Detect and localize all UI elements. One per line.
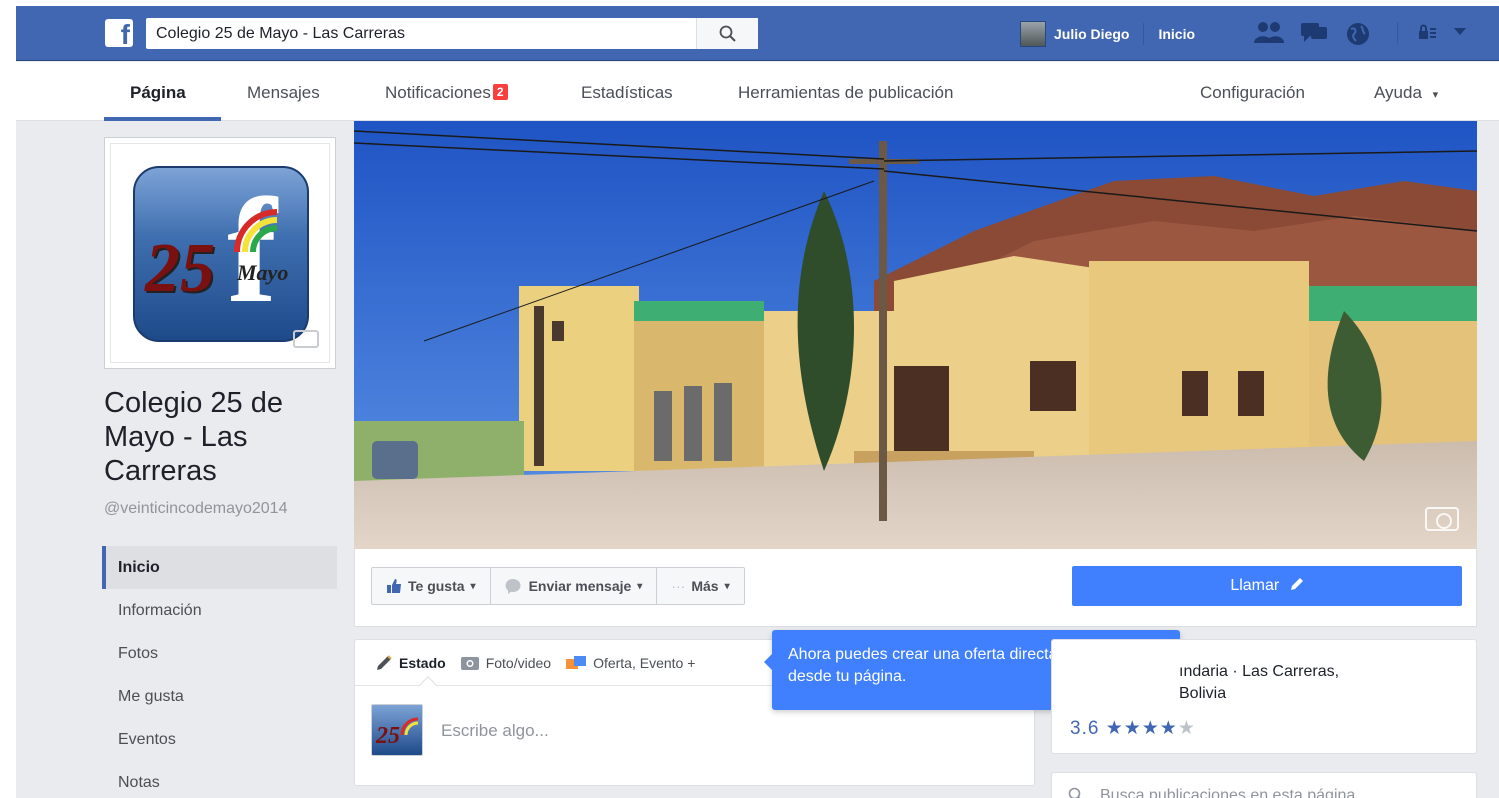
search-button[interactable] [696, 18, 758, 49]
camera-icon[interactable] [293, 330, 319, 348]
like-button[interactable]: Te gusta ▾ [372, 568, 491, 604]
page-tab-bar: Página Mensajes Notificaciones 2 Estadíst… [16, 62, 1499, 121]
tab-herramientas[interactable]: Herramientas de publicación [738, 83, 953, 103]
left-navigation: Inicio Información Fotos Me gusta Evento… [102, 546, 337, 798]
avatar[interactable]: 25 [371, 704, 423, 756]
pencil-icon [1290, 578, 1303, 590]
tab-mensajes[interactable]: Mensajes [247, 83, 320, 103]
logo-mayo-text: Mayo [237, 260, 289, 285]
window-frame [0, 0, 16, 798]
composer-input[interactable]: Escribe algo... [441, 721, 549, 741]
tab-estadisticas[interactable]: Estadísticas [581, 83, 673, 103]
home-link[interactable]: Inicio [1158, 26, 1195, 42]
post-search-input[interactable]: Busca publicaciones en esta página [1100, 787, 1355, 798]
composer-tab-oferta-evento[interactable]: Oferta, Evento + [565, 655, 695, 671]
globe-icon[interactable] [1345, 21, 1371, 47]
rating-value: 3.6 [1070, 718, 1100, 739]
like-icon [387, 579, 401, 593]
pencil-icon [377, 654, 392, 670]
sidebar-item-eventos[interactable]: Eventos [102, 718, 337, 761]
school-logo: f 25 Mayo [133, 166, 309, 342]
logo-arcs [234, 209, 278, 253]
more-label: Más [691, 578, 719, 594]
search-icon [1068, 787, 1081, 798]
sidebar-item-inicio[interactable]: Inicio [102, 546, 337, 589]
photo-icon [460, 656, 479, 670]
send-message-button[interactable]: Enviar mensaje ▾ [491, 568, 658, 604]
search-box[interactable]: Colegio 25 de Mayo - Las Carreras [146, 18, 758, 49]
about-location: Bolivia [1179, 685, 1227, 702]
user-name-link[interactable]: Julio Diego [1054, 26, 1129, 42]
chevron-down-icon[interactable] [1454, 28, 1466, 36]
logo-number: 25 [145, 230, 215, 307]
tab-ayuda-label: Ayuda [1374, 83, 1422, 102]
about-box: ındaria · Las Carreras, Bolivia 3.6 ★★★★… [1051, 639, 1477, 754]
divider [1397, 22, 1398, 44]
tab-notificaciones-label: Notificaciones [385, 83, 491, 102]
sidebar-item-me-gusta[interactable]: Me gusta [102, 675, 337, 718]
sidebar-item-fotos[interactable]: Fotos [102, 632, 337, 675]
profile-picture-frame: f 25 Mayo [110, 143, 330, 363]
facebook-logo-icon[interactable]: f [105, 19, 133, 50]
notification-badge: 2 [492, 84, 508, 100]
composer-tab-foto-video[interactable]: Foto/video [460, 655, 551, 671]
top-bar: f Colegio 25 de Mayo - Las Carreras Juli… [16, 6, 1499, 61]
rating-stars-filled: ★★★★ [1105, 718, 1178, 739]
cover-photo[interactable] [354, 121, 1477, 549]
avatar[interactable] [1020, 21, 1046, 47]
page-username[interactable]: @veinticincodemayo2014 [104, 500, 287, 518]
call-label: Llamar [1230, 577, 1280, 594]
active-tab-indicator [104, 117, 221, 121]
composer-tab-oferta-evento-label: Oferta, Evento + [593, 654, 696, 671]
action-button-group: Te gusta ▾ Enviar mensaje ▾ ··· Más ▾ [371, 567, 745, 605]
page-actions-bar: Te gusta ▾ Enviar mensaje ▾ ··· Más ▾ Llama… [354, 549, 1477, 627]
camera-icon[interactable] [1425, 507, 1459, 531]
like-label: Te gusta [408, 578, 465, 594]
messages-icon[interactable] [1299, 21, 1329, 45]
messenger-icon [505, 579, 521, 594]
search-input[interactable]: Colegio 25 de Mayo - Las Carreras [156, 25, 405, 43]
send-message-label: Enviar mensaje [528, 578, 632, 594]
search-icon [719, 25, 736, 42]
cover-image [354, 121, 1477, 549]
rating-stars-empty: ★ [1177, 718, 1196, 739]
page-rating[interactable]: 3.6 ★★★★★ [1070, 717, 1196, 740]
composer-tab-estado-label: Estado [399, 654, 446, 671]
sidebar-item-notas[interactable]: Notas [102, 761, 337, 798]
tab-notificaciones[interactable]: Notificaciones 2 [385, 83, 508, 103]
tab-pagina[interactable]: Página [130, 83, 186, 103]
composer-tab-estado[interactable]: Estado [375, 654, 446, 672]
avatar-logo-number: 25 [375, 723, 400, 749]
profile-picture[interactable]: f 25 Mayo [104, 137, 336, 369]
divider [1143, 23, 1145, 45]
chevron-down-icon: ▾ [1432, 89, 1439, 101]
privacy-icon[interactable] [1417, 24, 1447, 42]
user-area: Julio Diego Inicio [1020, 19, 1195, 49]
school-logo: 25 [375, 717, 419, 749]
composer-tab-foto-video-label: Foto/video [485, 654, 552, 671]
tab-configuracion[interactable]: Configuración [1200, 83, 1305, 103]
facebook-page: f Colegio 25 de Mayo - Las Carreras Juli… [16, 6, 1499, 798]
page-title: Colegio 25 de Mayo - Las Carreras [104, 387, 283, 487]
more-button[interactable]: ··· Más ▾ [657, 568, 743, 604]
chevron-down-icon: ▾ [470, 580, 476, 592]
offer-icon [566, 655, 587, 669]
chevron-down-icon: ▾ [724, 580, 730, 592]
call-button[interactable]: Llamar [1072, 566, 1462, 606]
more-dots-icon: ··· [671, 578, 686, 594]
tab-ayuda[interactable]: Ayuda ▾ [1374, 83, 1438, 103]
friends-icon[interactable] [1253, 21, 1285, 45]
chevron-down-icon: ▾ [637, 580, 643, 592]
about-category: ındaria · Las Carreras, [1179, 663, 1340, 680]
sidebar-item-informacion[interactable]: Información [102, 589, 337, 632]
post-search-box[interactable]: Busca publicaciones en esta página [1051, 772, 1477, 798]
